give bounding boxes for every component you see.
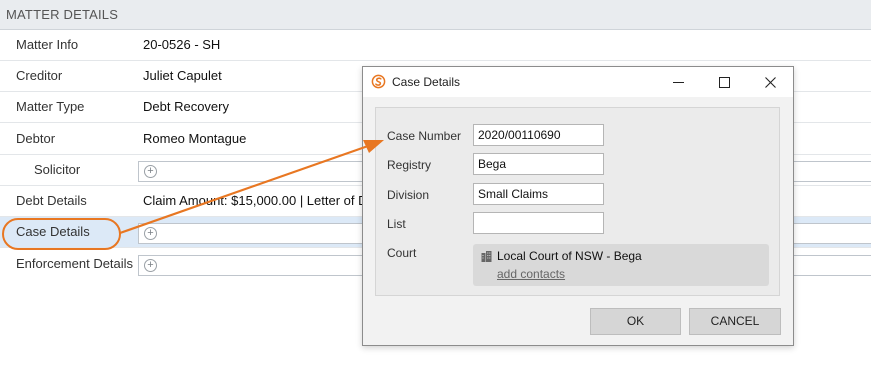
case-number-input[interactable]: [473, 124, 604, 146]
close-icon: [764, 76, 776, 88]
row-label: Matter Info: [16, 37, 79, 52]
court-name: Local Court of NSW - Bega: [497, 249, 642, 263]
row-value[interactable]: Claim Amount: $15,000.00 | Letter of D: [143, 186, 368, 216]
row-value: 20-0526 - SH: [143, 37, 221, 52]
row-value[interactable]: Juliet Capulet: [143, 61, 222, 91]
dialog-title: Case Details: [392, 75, 461, 89]
highlight-oval: [2, 218, 121, 250]
row-label: Enforcement Details: [16, 256, 134, 271]
row-label: Debtor: [16, 131, 56, 146]
list-label: List: [387, 217, 406, 231]
row-matter-info: Matter Info 20-0526 - SH: [0, 30, 871, 61]
ok-button[interactable]: OK: [590, 308, 681, 335]
court-card: Local Court of NSW - Bega add contacts: [473, 244, 769, 286]
maximize-button[interactable]: [701, 67, 747, 97]
matter-details-screen: MATTER DETAILS Matter Info 20-0526 - SH …: [0, 0, 871, 366]
add-icon[interactable]: +: [144, 165, 157, 178]
row-label: Creditor: [16, 68, 63, 83]
row-value: Debt Recovery: [143, 99, 229, 114]
registry-input[interactable]: [473, 153, 604, 175]
case-number-label: Case Number: [387, 129, 462, 143]
row-label: Matter Type: [16, 99, 85, 114]
cancel-button[interactable]: CANCEL: [689, 308, 781, 335]
close-button[interactable]: [747, 67, 793, 97]
dialog-titlebar[interactable]: Case Details: [363, 67, 793, 97]
row-value[interactable]: Romeo Montague: [143, 124, 246, 154]
division-input[interactable]: [473, 183, 604, 205]
section-header: MATTER DETAILS: [0, 0, 871, 30]
list-input[interactable]: [473, 212, 604, 234]
case-details-dialog: Case Details Case Number Registry Divisi…: [362, 66, 794, 346]
maximize-icon: [718, 76, 730, 88]
building-icon: [481, 251, 492, 262]
add-icon[interactable]: +: [144, 259, 157, 272]
row-label: Debt Details: [16, 193, 87, 208]
add-icon[interactable]: +: [144, 227, 157, 240]
add-contacts-link[interactable]: add contacts: [497, 267, 565, 281]
minimize-button[interactable]: [655, 67, 701, 97]
case-details-form: Case Number Registry Division List Court: [375, 107, 780, 296]
registry-label: Registry: [387, 158, 432, 172]
row-label: Solicitor: [34, 162, 81, 177]
court-label: Court: [387, 246, 417, 260]
minimize-icon: [672, 81, 684, 83]
division-label: Division: [387, 188, 430, 202]
app-logo-icon: [371, 74, 386, 89]
